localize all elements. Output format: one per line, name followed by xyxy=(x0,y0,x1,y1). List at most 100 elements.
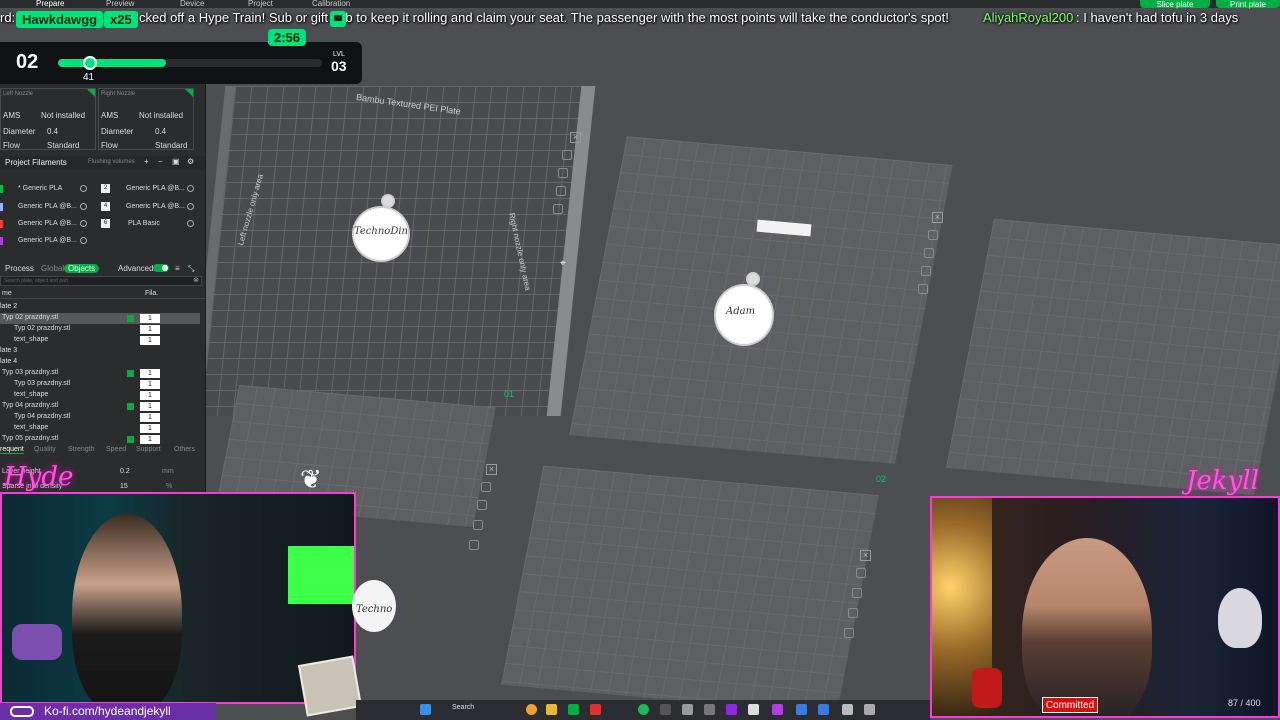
tree-row[interactable]: Typ 02 prazdny.stl 1 xyxy=(0,324,200,335)
app-icon[interactable] xyxy=(704,704,715,715)
tab-frequent[interactable]: requent xyxy=(0,446,24,454)
close-icon[interactable]: × xyxy=(860,550,871,561)
lock-icon[interactable] xyxy=(556,186,566,196)
filament-edit-icon[interactable] xyxy=(80,220,87,227)
filament-index-input[interactable]: 1 xyxy=(140,413,160,422)
remove-filament-icon[interactable]: − xyxy=(158,157,163,166)
orient-icon[interactable] xyxy=(558,168,568,178)
filament-index-input[interactable]: 1 xyxy=(140,402,160,411)
layer-height-input[interactable]: 0.2 xyxy=(120,468,130,475)
tab-support[interactable]: Support xyxy=(136,446,161,453)
filament-color-swatch[interactable] xyxy=(0,237,3,245)
close-icon[interactable]: × xyxy=(570,132,581,143)
app-icon[interactable] xyxy=(796,704,807,715)
slice-plate-button[interactable]: Slice plate xyxy=(1140,0,1210,9)
bambu-studio-icon[interactable] xyxy=(568,704,579,715)
filament-index-input[interactable]: 1 xyxy=(140,314,160,323)
filament-edit-icon[interactable] xyxy=(80,203,87,210)
arrange-icon[interactable] xyxy=(481,482,491,492)
tree-row[interactable]: Typ 05 prazdny.stl 1 xyxy=(0,434,200,445)
settings-icon[interactable] xyxy=(469,540,479,550)
filament-settings-icon[interactable]: ⚙ xyxy=(187,157,194,166)
arrange-icon[interactable] xyxy=(562,150,572,160)
flow-value[interactable]: Standard xyxy=(47,141,79,150)
flow-value[interactable]: Standard xyxy=(155,141,187,150)
kofi-link[interactable]: Ko-fi.com/hydeandjekyll xyxy=(44,704,171,718)
filament-sync-icon[interactable]: ▣ xyxy=(172,157,180,166)
filament-index-input[interactable]: 1 xyxy=(140,369,160,378)
visibility-check-icon[interactable] xyxy=(127,370,134,377)
tab-strength[interactable]: Strength xyxy=(68,446,94,453)
tab-global[interactable]: Global xyxy=(41,264,64,273)
filament-2-label[interactable]: Generic PLA @B... xyxy=(126,185,185,192)
tab-device[interactable]: Device xyxy=(180,0,204,8)
tab-calibration[interactable]: Calibration xyxy=(312,0,350,8)
tab-project[interactable]: Project xyxy=(248,0,273,8)
filament-edit-icon[interactable] xyxy=(187,220,194,227)
filament-index-input[interactable]: 1 xyxy=(140,336,160,345)
add-filament-icon[interactable]: + xyxy=(144,157,149,166)
windows-start-icon[interactable] xyxy=(420,704,431,715)
print-plate-button[interactable]: Print plate xyxy=(1216,0,1280,9)
diameter-value[interactable]: 0.4 xyxy=(155,127,166,136)
filament-index-input[interactable]: 1 xyxy=(140,435,160,444)
app-icon[interactable] xyxy=(864,704,875,715)
folder-icon[interactable] xyxy=(546,704,557,715)
tree-row[interactable]: Typ 04 prazdny.stl 1 xyxy=(0,401,200,412)
flushing-volumes-button[interactable]: Flushing volumes xyxy=(88,159,135,165)
tab-others[interactable]: Others xyxy=(174,446,195,453)
tree-row[interactable]: Typ 03 prazdny.stl 1 xyxy=(0,379,200,390)
tree-row[interactable]: late 4 xyxy=(0,357,200,368)
arrange-icon[interactable] xyxy=(856,568,866,578)
filament-edit-icon[interactable] xyxy=(187,185,194,192)
filament-7-label[interactable]: Generic PLA @B... xyxy=(18,237,77,244)
lock-icon[interactable] xyxy=(473,520,483,530)
visibility-check-icon[interactable] xyxy=(127,315,134,322)
build-plate-3[interactable] xyxy=(946,218,1280,496)
visibility-check-icon[interactable] xyxy=(127,436,134,443)
orient-icon[interactable] xyxy=(852,588,862,598)
tree-row[interactable]: Typ 02 prazdny.stl 1 xyxy=(0,313,200,324)
tab-quality[interactable]: Quality xyxy=(34,446,56,453)
filament-color-swatch[interactable] xyxy=(0,203,3,211)
filament-5-label[interactable]: Generic PLA @B... xyxy=(18,220,77,227)
clear-search-icon[interactable]: ⊗ xyxy=(193,276,199,284)
orient-icon[interactable] xyxy=(477,500,487,510)
app-icon[interactable] xyxy=(818,704,829,715)
tab-speed[interactable]: Speed xyxy=(106,446,126,453)
filament-6-label[interactable]: PLA Basic xyxy=(128,220,160,227)
tree-row[interactable]: text_shape 1 xyxy=(0,390,200,401)
app-icon[interactable] xyxy=(842,704,853,715)
collapse-icon[interactable]: ⤡ xyxy=(188,264,194,274)
filament-index-input[interactable]: 1 xyxy=(140,380,160,389)
filament-index-input[interactable]: 1 xyxy=(140,424,160,433)
advanced-toggle[interactable] xyxy=(153,264,169,272)
tree-row[interactable]: late 3 xyxy=(0,346,200,357)
app-icon[interactable] xyxy=(660,704,671,715)
filament-edit-icon[interactable] xyxy=(80,185,87,192)
settings-icon[interactable] xyxy=(844,628,854,638)
tab-objects[interactable]: Objects xyxy=(64,264,100,273)
chrome-icon[interactable] xyxy=(526,704,537,715)
app-icon[interactable] xyxy=(590,704,601,715)
app-icon[interactable] xyxy=(772,704,783,715)
settings-icon[interactable] xyxy=(553,204,563,214)
app-icon[interactable] xyxy=(748,704,759,715)
settings-icon[interactable] xyxy=(918,284,928,294)
filament-index-input[interactable]: 1 xyxy=(140,391,160,400)
object-search-input[interactable]: Search plate, object and part ⊗ xyxy=(0,276,202,286)
visibility-check-icon[interactable] xyxy=(127,403,134,410)
filament-4-label[interactable]: Generic PLA @B... xyxy=(126,203,185,210)
tree-row[interactable]: text_shape 1 xyxy=(0,423,200,434)
close-icon[interactable]: × xyxy=(486,464,497,475)
sparse-infill-input[interactable]: 15 xyxy=(120,483,128,490)
lock-icon[interactable] xyxy=(848,608,858,618)
app-icon[interactable] xyxy=(682,704,693,715)
tree-row[interactable]: late 2 xyxy=(0,302,200,313)
build-plate-5[interactable] xyxy=(501,465,879,715)
taskbar-search[interactable]: Search xyxy=(452,704,474,711)
tab-preview[interactable]: Preview xyxy=(106,0,134,8)
tree-row[interactable]: text_shape 1 xyxy=(0,335,200,346)
filament-color-swatch[interactable] xyxy=(0,220,3,228)
orient-icon[interactable] xyxy=(924,248,934,258)
